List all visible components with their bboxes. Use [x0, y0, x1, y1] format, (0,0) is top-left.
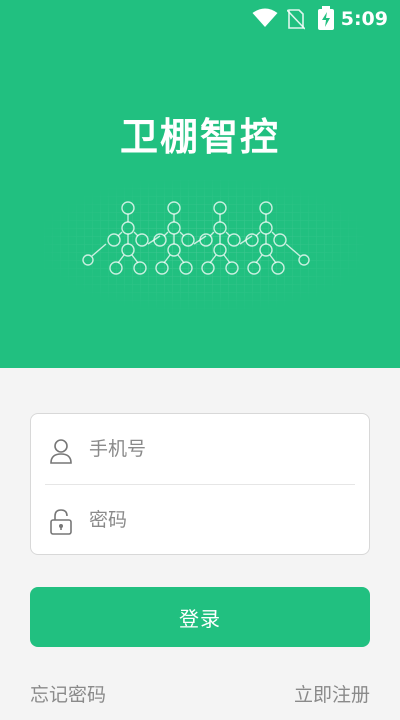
status-bar: 5:09 — [0, 0, 400, 38]
battery-charging-icon — [318, 6, 334, 30]
login-form-card — [30, 413, 370, 555]
hero-banner: 5:09 卫棚智控 — [0, 0, 400, 368]
app-title: 卫棚智控 — [119, 115, 280, 159]
phone-field — [31, 414, 369, 484]
password-input[interactable] — [89, 503, 349, 537]
wifi-icon — [252, 8, 278, 27]
user-icon — [50, 439, 72, 464]
forgot-password-link[interactable]: 忘记密码 — [30, 680, 106, 707]
register-link[interactable]: 立即注册 — [294, 680, 370, 707]
phone-input[interactable] — [89, 432, 349, 466]
people-network-illustration — [44, 180, 364, 310]
login-button[interactable]: 登录 — [30, 587, 370, 647]
lock-icon — [50, 509, 72, 535]
no-sim-icon — [287, 9, 305, 30]
password-field — [31, 485, 369, 555]
status-time: 5:09 — [340, 8, 388, 30]
